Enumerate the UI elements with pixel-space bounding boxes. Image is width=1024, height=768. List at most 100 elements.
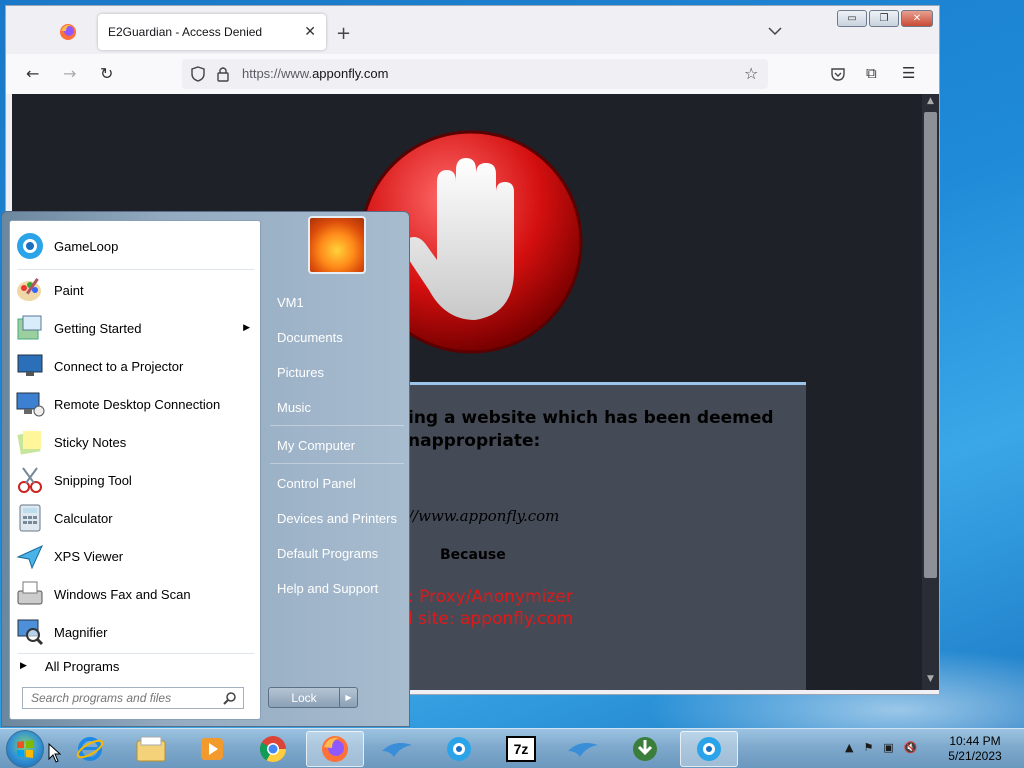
action-center-flag-icon[interactable]: ⚑	[863, 741, 873, 754]
taskbar-7zip[interactable]: 7z	[492, 731, 550, 767]
program-label: Calculator	[54, 510, 113, 526]
snipping-tool-icon	[14, 464, 46, 496]
taskbar-media-player[interactable]	[183, 731, 241, 767]
start-item-pictures[interactable]: Pictures	[267, 357, 405, 387]
arrow-right-icon: ▶	[20, 661, 27, 671]
tab-e2guardian[interactable]: E2Guardian - Access Denied ✕	[98, 14, 326, 50]
program-item-getting-started[interactable]: Getting Started ▶	[14, 309, 258, 347]
app-dolphin-icon	[382, 743, 412, 757]
minimize-button[interactable]: ▭	[837, 10, 867, 27]
getting-started-icon	[14, 312, 46, 344]
block-heading: ing a website which has been deemed napp…	[408, 407, 774, 453]
program-label: GameLoop	[54, 238, 119, 254]
user-picture[interactable]	[308, 216, 366, 274]
program-label: Remote Desktop Connection	[54, 396, 221, 412]
scroll-down-icon[interactable]: ▼	[922, 674, 939, 688]
program-item-xps-viewer[interactable]: XPS Viewer	[14, 537, 258, 575]
taskbar-firefox[interactable]	[306, 731, 364, 767]
maximize-button[interactable]: ❐	[869, 10, 899, 27]
tab-title: E2Guardian - Access Denied	[108, 25, 263, 39]
start-menu: GameLoop Paint Getting Started ▶ Connect…	[1, 211, 410, 727]
gameloop-icon	[447, 737, 471, 761]
forward-icon[interactable]: →	[63, 64, 76, 83]
extensions-icon[interactable]: ⧉	[866, 64, 877, 82]
search-box[interactable]	[22, 687, 244, 709]
volume-muted-icon[interactable]: 🔇	[904, 741, 918, 754]
start-item-my-computer[interactable]: My Computer	[267, 430, 405, 460]
chrome-icon	[259, 736, 287, 763]
all-programs-label: All Programs	[44, 658, 120, 674]
explorer-icon	[136, 736, 166, 762]
heading-line-2: nappropriate:	[408, 431, 541, 451]
lock-button[interactable]: Lock	[268, 687, 340, 708]
search-input[interactable]	[31, 691, 211, 705]
close-tab-icon[interactable]: ✕	[304, 24, 316, 40]
search-icon[interactable]	[223, 691, 237, 705]
scroll-thumb[interactable]	[924, 112, 937, 578]
close-window-button[interactable]: ✕	[901, 10, 933, 27]
fax-scan-icon	[14, 578, 46, 610]
taskbar-app-1[interactable]	[368, 731, 426, 767]
because-label: Because	[440, 547, 506, 563]
start-item-music[interactable]: Music	[267, 392, 405, 422]
taskbar-gameloop[interactable]	[430, 731, 488, 767]
start-button[interactable]	[6, 730, 44, 768]
url-domain: apponfly.com	[312, 66, 389, 81]
start-item-control-panel[interactable]: Control Panel	[267, 468, 405, 498]
program-item-projector[interactable]: Connect to a Projector	[14, 347, 258, 385]
program-item-paint[interactable]: Paint	[14, 271, 258, 309]
program-item-snipping-tool[interactable]: Snipping Tool	[14, 461, 258, 499]
start-item-default-programs[interactable]: Default Programs	[267, 538, 405, 568]
clock-time: 10:44 PM	[949, 734, 1001, 748]
start-item-user[interactable]: VM1	[267, 287, 405, 317]
shutdown-options-arrow-icon[interactable]: ▶	[339, 687, 358, 708]
navigation-bar: ← → ↻ https://www.apponfly.com ☆ ⧉ ☰	[6, 54, 939, 94]
program-label: Sticky Notes	[54, 434, 127, 450]
taskbar-explorer[interactable]	[122, 731, 180, 767]
new-tab-icon[interactable]: +	[336, 23, 351, 44]
scroll-up-icon[interactable]: ▲	[922, 96, 939, 110]
taskbar-chrome[interactable]	[244, 731, 302, 767]
program-item-sticky-notes[interactable]: Sticky Notes	[14, 423, 258, 461]
start-item-documents[interactable]: Documents	[267, 322, 405, 352]
url-text: https://www.apponfly.com	[242, 66, 388, 81]
back-icon[interactable]: ←	[26, 64, 39, 83]
all-programs-button[interactable]: ▶ All Programs	[14, 651, 258, 681]
reload-icon[interactable]: ↻	[100, 64, 113, 83]
taskbar-gameloop-active[interactable]	[680, 731, 738, 767]
program-label: Paint	[54, 282, 84, 298]
chevron-down-icon[interactable]	[768, 26, 782, 36]
calculator-icon	[14, 502, 46, 534]
program-item-gameloop[interactable]: GameLoop	[14, 227, 258, 265]
start-item-devices-printers[interactable]: Devices and Printers	[267, 503, 405, 533]
remote-desktop-icon	[14, 388, 46, 420]
program-item-magnifier[interactable]: Magnifier	[14, 613, 258, 651]
clock[interactable]: 10:44 PM 5/21/2023	[946, 734, 1004, 764]
program-label: Windows Fax and Scan	[54, 586, 191, 602]
system-tray: ▲ ⚑ ▣ 🔇	[845, 741, 917, 754]
program-label: Connect to a Projector	[54, 358, 184, 374]
taskbar-ie[interactable]	[61, 731, 119, 767]
block-message-panel: ing a website which has been deemed napp…	[388, 382, 806, 690]
scrollbar[interactable]: ▲ ▼	[922, 94, 939, 690]
start-item-help-support[interactable]: Help and Support	[267, 573, 405, 603]
program-label: Magnifier	[54, 624, 108, 640]
media-player-icon	[201, 738, 223, 760]
blocked-url: //www.apponfly.com	[408, 507, 560, 525]
firefox-icon[interactable]	[58, 22, 78, 42]
bookmark-star-icon[interactable]: ☆	[744, 64, 758, 83]
program-item-remote-desktop[interactable]: Remote Desktop Connection	[14, 385, 258, 423]
lock-icon[interactable]	[216, 66, 230, 82]
program-item-fax-scan[interactable]: Windows Fax and Scan	[14, 575, 258, 613]
program-item-calculator[interactable]: Calculator	[14, 499, 258, 537]
heading-line-1: ing a website which has been deemed	[408, 408, 774, 428]
shield-icon[interactable]	[190, 66, 206, 82]
network-icon[interactable]: ▣	[883, 741, 893, 754]
tab-bar: E2Guardian - Access Denied ✕ + ▭ ❐ ✕	[6, 6, 939, 54]
taskbar-download-manager[interactable]	[616, 731, 674, 767]
pocket-icon[interactable]	[830, 67, 846, 81]
taskbar-app-2[interactable]	[554, 731, 612, 767]
url-bar[interactable]: https://www.apponfly.com ☆	[182, 59, 768, 89]
menu-icon[interactable]: ☰	[902, 64, 915, 82]
show-hidden-icons-icon[interactable]: ▲	[845, 741, 853, 754]
